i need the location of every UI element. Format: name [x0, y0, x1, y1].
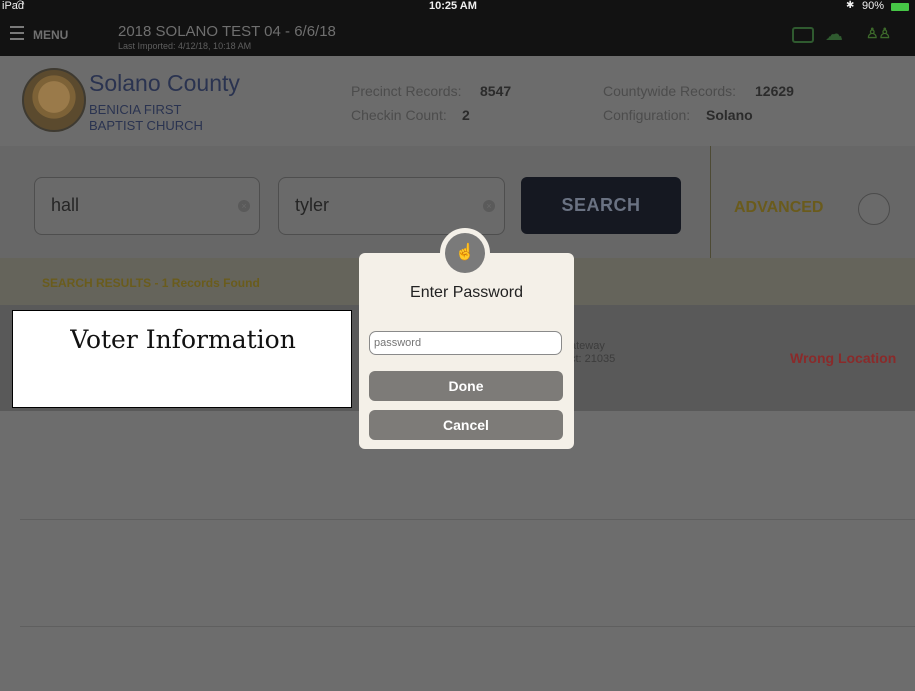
county-name: Solano County	[89, 70, 240, 96]
search-button[interactable]: SEARCH	[521, 177, 681, 234]
password-input[interactable]	[369, 331, 562, 355]
precinct-records-value: 8547	[480, 83, 512, 99]
bluetooth-icon: ✱	[846, 0, 855, 11]
hand-pointer-icon: ☝	[445, 233, 485, 273]
hand-icon-badge: ☝	[440, 228, 490, 278]
first-name-value: tyler	[295, 195, 330, 215]
row-address: ateway	[570, 340, 605, 352]
hamburger-icon	[10, 26, 24, 40]
last-name-value: hall	[51, 195, 80, 215]
divider	[20, 626, 915, 627]
advanced-toggle[interactable]	[858, 193, 890, 225]
users-icon[interactable]: ♙♙	[866, 25, 891, 42]
done-button[interactable]: Done	[369, 371, 563, 401]
divider	[710, 146, 711, 261]
configuration-value: Solano	[706, 107, 753, 123]
clear-icon[interactable]: ×	[238, 200, 250, 212]
countywide-records-label: Countywide Records:	[603, 83, 737, 99]
status-bar: iPad ◠ 10:25 AM ✱ 90%	[0, 0, 915, 14]
checkin-count-label: Checkin Count:	[351, 107, 447, 123]
printer-icon[interactable]	[792, 27, 814, 43]
last-imported: Last Imported: 4/12/18, 10:18 AM	[118, 41, 252, 51]
nav-bar: MENU 2018 SOLANO TEST 04 - 6/6/18 Last I…	[0, 14, 915, 56]
location-line1: BENICIA FIRST	[89, 102, 182, 117]
first-name-input[interactable]: tyler ×	[278, 177, 505, 235]
county-seal-logo	[22, 68, 86, 132]
configuration-label: Configuration:	[603, 107, 691, 123]
last-name-input[interactable]: hall ×	[34, 177, 260, 235]
clock: 10:25 AM	[429, 0, 477, 12]
wifi-icon: ◠	[16, 0, 25, 10]
divider	[20, 519, 915, 520]
dialog-title: Enter Password	[410, 284, 523, 301]
row-precinct: ct: 21035	[570, 353, 616, 365]
cloud-upload-icon[interactable]: ☁	[825, 24, 843, 45]
menu-label: MENU	[33, 28, 69, 42]
location-line2: BAPTIST CHURCH	[89, 118, 203, 133]
battery-percent: 90%	[862, 0, 885, 12]
advanced-label[interactable]: ADVANCED	[734, 199, 823, 217]
callout-label: Voter Information	[70, 325, 296, 354]
election-title: 2018 SOLANO TEST 04 - 6/6/18	[118, 23, 336, 40]
clear-icon[interactable]: ×	[483, 200, 495, 212]
battery-icon	[891, 3, 909, 11]
countywide-records-value: 12629	[755, 83, 794, 99]
precinct-records-label: Precinct Records:	[351, 83, 462, 99]
voter-information-callout: Voter Information	[12, 310, 352, 408]
cancel-button[interactable]: Cancel	[369, 410, 563, 440]
checkin-count-value: 2	[462, 107, 470, 123]
menu-button[interactable]: MENU	[0, 14, 110, 56]
results-count: SEARCH RESULTS - 1 Records Found	[42, 276, 260, 290]
status-badge: Wrong Location	[790, 350, 897, 366]
